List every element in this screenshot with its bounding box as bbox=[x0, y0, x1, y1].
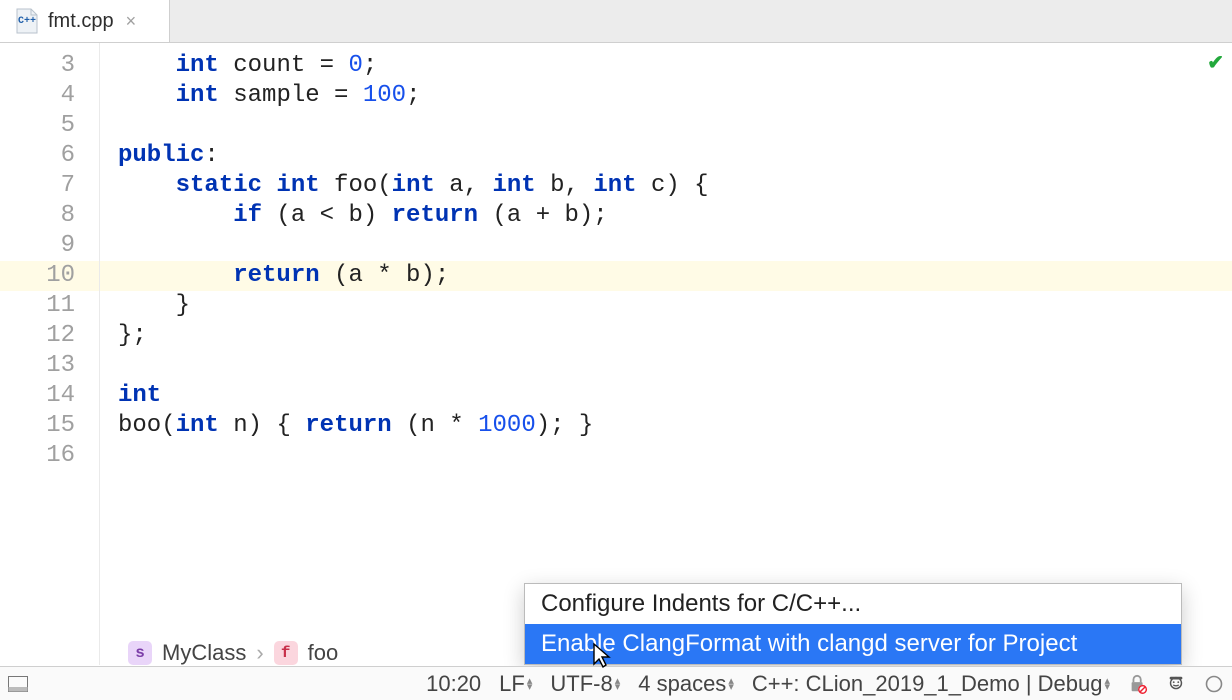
breadcrumb-function[interactable]: foo bbox=[308, 640, 339, 666]
line-number: 10 bbox=[0, 261, 99, 291]
line-ending-selector[interactable]: LF▴▾ bbox=[499, 671, 532, 697]
status-bar: 10:20 LF▴▾ UTF-8▴▾ 4 spaces▴▾ C++: CLion… bbox=[0, 666, 1232, 700]
function-icon: f bbox=[274, 641, 298, 665]
file-tab[interactable]: C++ fmt.cpp × bbox=[0, 0, 170, 42]
line-number: 11 bbox=[0, 291, 75, 321]
line-number: 5 bbox=[0, 111, 75, 141]
editor-tabbar: C++ fmt.cpp × bbox=[0, 0, 1232, 43]
code-line[interactable]: static int foo(int a, int b, int c) { bbox=[118, 171, 1232, 201]
cpp-file-icon: C++ bbox=[14, 8, 40, 34]
line-number: 9 bbox=[0, 231, 75, 261]
code-line[interactable]: boo(int n) { return (n * 1000); } bbox=[118, 411, 1232, 441]
breadcrumb-class[interactable]: MyClass bbox=[162, 640, 246, 666]
code-line[interactable]: int sample = 100; bbox=[118, 81, 1232, 111]
build-config-selector[interactable]: C++: CLion_2019_1_Demo | Debug▴▾ bbox=[752, 671, 1110, 697]
line-number: 15 bbox=[0, 411, 75, 441]
tab-filename: fmt.cpp bbox=[48, 10, 114, 33]
code-line[interactable] bbox=[118, 441, 1232, 471]
popup-menu-item[interactable]: Enable ClangFormat with clangd server fo… bbox=[525, 624, 1181, 664]
line-number: 8 bbox=[0, 201, 75, 231]
line-gutter: 345678910111213141516 bbox=[0, 43, 100, 665]
code-line[interactable]: int count = 0; bbox=[118, 51, 1232, 81]
line-number: 6 bbox=[0, 141, 75, 171]
code-line[interactable]: }; bbox=[118, 321, 1232, 351]
chevron-right-icon: › bbox=[256, 640, 263, 666]
tool-window-icon[interactable] bbox=[8, 674, 28, 694]
code-area[interactable]: int count = 0; int sample = 100;public: … bbox=[100, 43, 1232, 665]
indent-popup-menu: Configure Indents for C/C++...Enable Cla… bbox=[524, 583, 1182, 665]
struct-icon: s bbox=[128, 641, 152, 665]
inspection-ok-icon: ✔ bbox=[1207, 50, 1224, 75]
memory-indicator-icon[interactable] bbox=[1204, 674, 1224, 694]
code-editor[interactable]: 345678910111213141516 int count = 0; int… bbox=[0, 43, 1232, 665]
hector-icon[interactable] bbox=[1166, 674, 1186, 694]
code-line[interactable]: int bbox=[118, 381, 1232, 411]
popup-menu-item[interactable]: Configure Indents for C/C++... bbox=[525, 584, 1181, 624]
code-line[interactable]: } bbox=[118, 291, 1232, 321]
line-number: 3 bbox=[0, 51, 75, 81]
cursor-position[interactable]: 10:20 bbox=[426, 671, 481, 697]
breadcrumb: s MyClass › f foo bbox=[128, 640, 338, 666]
code-line[interactable]: return (a * b); bbox=[100, 261, 1232, 291]
code-line[interactable] bbox=[118, 231, 1232, 261]
code-line[interactable] bbox=[118, 111, 1232, 141]
encoding-selector[interactable]: UTF-8▴▾ bbox=[550, 671, 620, 697]
code-line[interactable]: public: bbox=[118, 141, 1232, 171]
code-line[interactable] bbox=[118, 351, 1232, 381]
line-number: 14 bbox=[0, 381, 75, 411]
line-number: 4 bbox=[0, 81, 75, 111]
close-icon[interactable]: × bbox=[126, 11, 137, 32]
line-number: 16 bbox=[0, 441, 75, 471]
line-number: 7 bbox=[0, 171, 75, 201]
lock-icon[interactable] bbox=[1128, 674, 1148, 694]
indent-selector[interactable]: 4 spaces▴▾ bbox=[638, 671, 734, 697]
code-line[interactable]: if (a < b) return (a + b); bbox=[118, 201, 1232, 231]
line-number: 12 bbox=[0, 321, 75, 351]
line-number: 13 bbox=[0, 351, 75, 381]
